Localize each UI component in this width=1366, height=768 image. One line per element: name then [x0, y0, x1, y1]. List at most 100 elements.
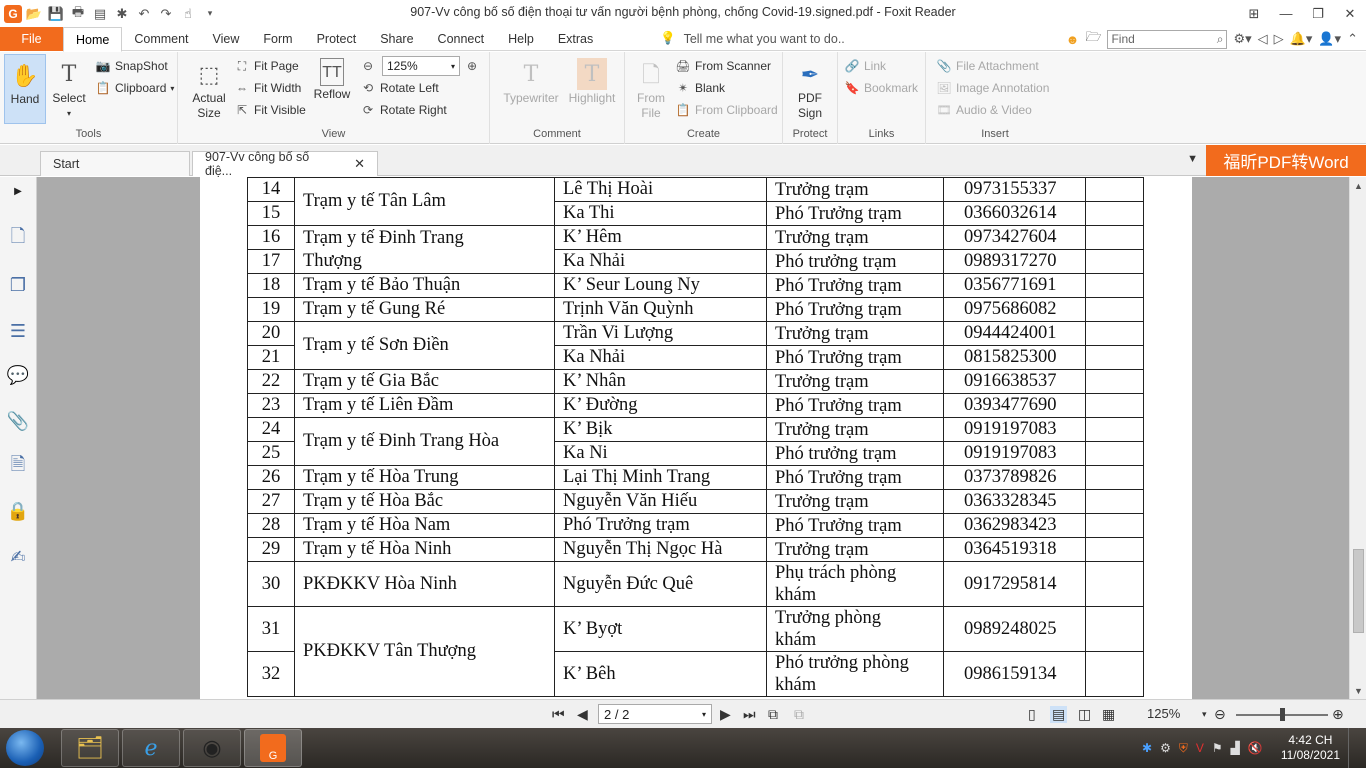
fit-page-button[interactable]: ⛶ Fit Page: [234, 56, 299, 76]
tab-home[interactable]: Home: [63, 27, 123, 52]
show-desktop-button[interactable]: [1348, 728, 1358, 768]
notification-bell-icon[interactable]: 🔔▾: [1290, 31, 1313, 47]
tab-extras[interactable]: Extras: [546, 27, 605, 51]
zoom-slider-thumb[interactable]: [1280, 708, 1285, 721]
fit-visible-button[interactable]: ⇱ Fit Visible: [234, 100, 306, 120]
internet-explorer-taskbar-icon[interactable]: ℯ: [122, 729, 180, 767]
maximize-button[interactable]: ❐: [1302, 0, 1334, 27]
previous-page-icon[interactable]: ◀: [577, 706, 588, 723]
comments-panel-icon[interactable]: 💬: [6, 363, 30, 387]
feedback-icon[interactable]: ☻: [1066, 32, 1080, 47]
security-shield-icon[interactable]: ⛨: [1179, 741, 1188, 756]
blank-button[interactable]: ✴ Blank: [675, 78, 725, 98]
zoom-out-button[interactable]: ⊖: [360, 56, 376, 76]
rotate-right-button[interactable]: ⟳ Rotate Right: [360, 100, 447, 120]
foxit-logo-icon[interactable]: G: [4, 4, 22, 23]
zoom-select[interactable]: 125% ▾: [382, 56, 460, 76]
previous-view-icon[interactable]: ⧉: [768, 706, 778, 723]
save-icon[interactable]: 💾: [46, 4, 66, 24]
pages-panel-icon[interactable]: ❐: [6, 273, 30, 297]
tab-list-dropdown-icon[interactable]: ▼: [1187, 153, 1198, 165]
next-page-icon[interactable]: ▶: [720, 706, 731, 723]
collapse-ribbon-icon[interactable]: ⌃: [1347, 31, 1358, 47]
page-number-input[interactable]: 2 / 2 ▾: [598, 704, 712, 724]
start-button[interactable]: [6, 730, 44, 766]
link-button[interactable]: 🔗 Link: [844, 56, 887, 76]
fit-width-button[interactable]: ⇔ Fit Width: [234, 78, 301, 98]
tab-comment[interactable]: Comment: [122, 27, 200, 51]
document-view[interactable]: 14 Trạm y tế Tân Lâm Lê Thị Hoài Trưởng …: [37, 177, 1349, 699]
select-button[interactable]: T Select ▾: [48, 58, 90, 121]
scroll-down-icon[interactable]: ▼: [1350, 682, 1366, 699]
search-icon[interactable]: ⌕: [1217, 32, 1224, 47]
hand-button[interactable]: ✋ Hand: [4, 54, 46, 124]
file-attachment-button[interactable]: 📎 File Attachment: [936, 56, 1039, 76]
highlight-button[interactable]: T Highlight: [566, 58, 618, 106]
from-clipboard-button[interactable]: 📋 From Clipboard: [675, 100, 778, 120]
snapshot-button[interactable]: 📷 SnapShot: [95, 56, 168, 76]
tab-view[interactable]: View: [201, 27, 252, 51]
explorer-taskbar-icon[interactable]: 🗂: [61, 729, 119, 767]
expand-panel-icon[interactable]: ▶: [6, 179, 30, 203]
vertical-scrollbar[interactable]: ▲ ▼: [1349, 177, 1366, 699]
tell-me-box[interactable]: 💡 Tell me what you want to do..: [660, 31, 845, 46]
restore-ribbon-icon[interactable]: ⊞: [1238, 0, 1270, 27]
last-page-icon[interactable]: ⏭: [743, 706, 756, 723]
facing-page-icon[interactable]: ◫: [1078, 706, 1091, 723]
redo-icon[interactable]: ↷: [156, 4, 176, 24]
signatures-panel-icon[interactable]: ✍: [6, 545, 30, 569]
continuous-facing-icon[interactable]: ▦: [1102, 706, 1115, 723]
scroll-thumb[interactable]: [1353, 549, 1364, 633]
tab-document[interactable]: 907-Vv công bố số điệ... ✕: [192, 150, 378, 178]
lock-icon[interactable]: 🔒: [6, 499, 30, 523]
scroll-up-icon[interactable]: ▲: [1350, 177, 1366, 194]
bookmarks-panel-icon[interactable]: 🗋: [6, 226, 30, 251]
single-page-icon[interactable]: ▯: [1028, 706, 1036, 723]
pdf-to-word-promo[interactable]: 福昕PDF转Word: [1206, 145, 1366, 176]
rotate-left-button[interactable]: ⟲ Rotate Left: [360, 78, 439, 98]
taskbar-clock[interactable]: 4:42 CH 11/08/2021: [1281, 733, 1340, 763]
tab-share[interactable]: Share: [368, 27, 425, 51]
open-icon[interactable]: 📂: [24, 4, 44, 24]
find-input[interactable]: Find ⌕: [1107, 29, 1228, 49]
actual-size-button[interactable]: ⬚ Actual Size: [188, 58, 230, 121]
action-center-flag-icon[interactable]: ⚑: [1212, 741, 1223, 755]
chrome-taskbar-icon[interactable]: ◉: [183, 729, 241, 767]
from-scanner-button[interactable]: 🖨 From Scanner: [675, 56, 771, 76]
zoom-out-icon[interactable]: ⊖: [1214, 706, 1226, 723]
zoom-in-icon[interactable]: ⊕: [1332, 706, 1344, 723]
first-page-icon[interactable]: ⏮: [552, 706, 565, 723]
pdf-sign-button[interactable]: ✒ PDF Sign: [789, 58, 831, 121]
print-icon[interactable]: 🖶: [68, 4, 88, 24]
tab-connect[interactable]: Connect: [426, 27, 497, 51]
security-panel-icon[interactable]: 🗎: [6, 454, 30, 479]
bluetooth-icon[interactable]: ✱: [1142, 741, 1152, 755]
minimize-button[interactable]: —: [1270, 0, 1302, 27]
user-account-icon[interactable]: 👤▾: [1318, 31, 1341, 47]
bookmark-button[interactable]: 🔖 Bookmark: [844, 78, 919, 98]
tab-close-icon[interactable]: ✕: [354, 156, 365, 172]
undo-icon[interactable]: ↶: [134, 4, 154, 24]
search-folder-icon[interactable]: 🗁: [1085, 28, 1101, 50]
volume-muted-icon[interactable]: 🔇: [1248, 741, 1263, 755]
attachments-panel-icon[interactable]: 📎: [6, 409, 30, 433]
properties-icon[interactable]: ▤: [90, 4, 110, 24]
reflow-button[interactable]: TT Reflow: [310, 58, 354, 102]
tab-protect[interactable]: Protect: [305, 27, 369, 51]
typewriter-button[interactable]: T Typewriter: [498, 58, 564, 106]
new-icon[interactable]: ✱: [112, 4, 132, 24]
previous-result-icon[interactable]: ◁: [1258, 31, 1268, 47]
layers-panel-icon[interactable]: ☰: [6, 319, 30, 343]
next-view-icon[interactable]: ⧉: [794, 706, 804, 723]
foxit-taskbar-icon[interactable]: G: [244, 729, 302, 767]
file-tab[interactable]: File: [0, 27, 63, 51]
clipboard-button[interactable]: 📋 Clipboard ▾: [95, 78, 175, 98]
customize-qat-icon[interactable]: ▾: [200, 4, 220, 24]
zoom-level[interactable]: 125%: [1147, 706, 1180, 721]
network-share-icon[interactable]: ⚙: [1160, 741, 1171, 755]
from-file-button[interactable]: 🗋 From File: [631, 58, 671, 121]
image-annotation-button[interactable]: 🖼 Image Annotation: [936, 78, 1049, 98]
network-icon[interactable]: ▟: [1231, 741, 1240, 755]
tab-start[interactable]: Start: [40, 151, 190, 176]
tab-help[interactable]: Help: [496, 27, 546, 51]
